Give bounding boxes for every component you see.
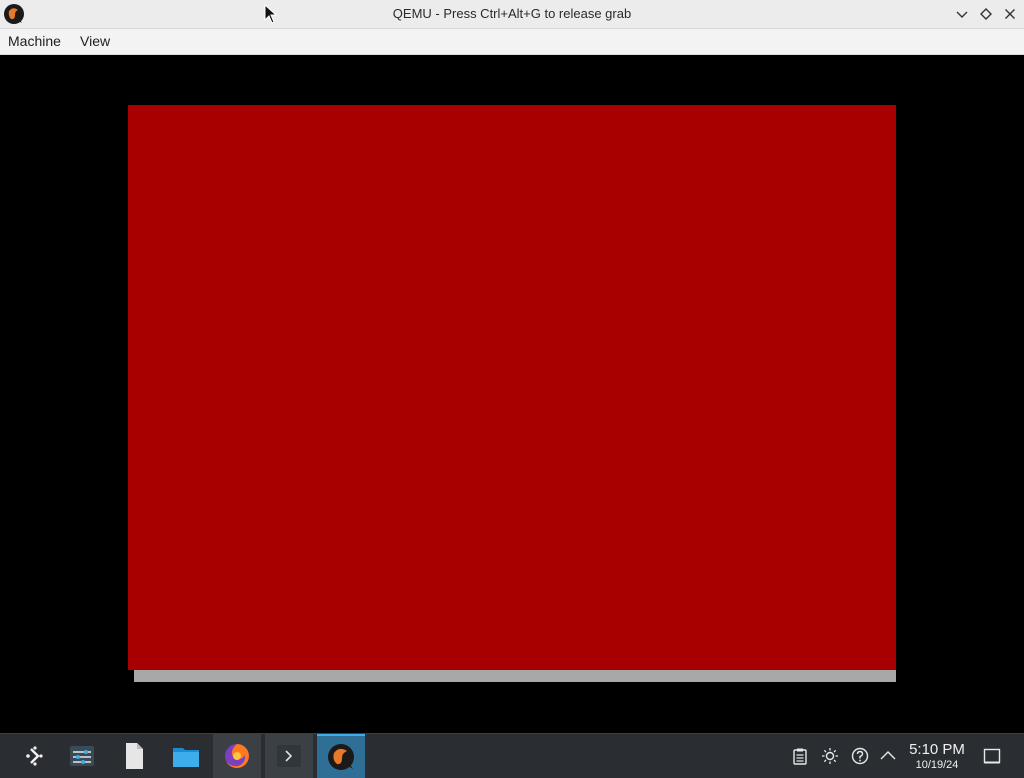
file-manager-button[interactable] <box>162 734 210 778</box>
terminal-icon <box>277 745 301 767</box>
show-desktop-icon <box>983 748 1001 764</box>
folder-icon <box>173 748 199 767</box>
clock-date[interactable]: 10/19/24 <box>898 759 976 771</box>
menu-view[interactable]: View <box>78 33 112 49</box>
close-icon <box>1005 9 1015 19</box>
diamond-icon <box>980 8 992 20</box>
tray-expand-button[interactable] <box>879 747 897 765</box>
clipboard-icon <box>793 748 807 765</box>
network-icon <box>851 747 869 765</box>
mouse-cursor-icon <box>264 4 278 24</box>
text-file-icon <box>126 743 143 769</box>
system-settings-button[interactable] <box>58 734 106 778</box>
chevron-down-icon <box>956 11 968 18</box>
qemu-taskbar-button[interactable] <box>317 734 365 778</box>
title-bar[interactable]: QEMU - Press Ctrl+Alt+G to release grab <box>0 0 1024 29</box>
brightness-button[interactable] <box>821 747 839 765</box>
text-file-button[interactable] <box>110 734 158 778</box>
guest-display[interactable] <box>0 55 1024 733</box>
application-launcher-button[interactable] <box>10 734 58 778</box>
menu-machine[interactable]: Machine <box>6 33 63 49</box>
taskbar: 5:10 PM 10/19/24 <box>0 733 1024 778</box>
close-button[interactable] <box>1001 5 1019 23</box>
clock-time[interactable]: 5:10 PM <box>898 741 976 758</box>
system-settings-icon <box>70 746 94 766</box>
window-title: QEMU - Press Ctrl+Alt+G to release grab <box>392 6 632 21</box>
guest-status-bar <box>134 670 896 682</box>
chevron-up-icon <box>880 751 896 760</box>
guest-screen-red-area <box>128 105 896 670</box>
minimize-button[interactable] <box>953 5 971 23</box>
application-launcher-icon <box>26 746 43 766</box>
terminal-button[interactable] <box>265 734 313 778</box>
maximize-button[interactable] <box>977 5 995 23</box>
menu-bar: Machine View <box>0 29 1024 55</box>
show-desktop-button[interactable] <box>983 747 1001 765</box>
brightness-icon <box>822 748 838 764</box>
firefox-icon <box>225 744 249 768</box>
qemu-window: QEMU - Press Ctrl+Alt+G to release grab … <box>0 0 1024 778</box>
clipboard-button[interactable] <box>791 747 809 765</box>
network-button[interactable] <box>851 747 869 765</box>
qemu-icon <box>328 744 354 770</box>
firefox-button[interactable] <box>213 734 261 778</box>
